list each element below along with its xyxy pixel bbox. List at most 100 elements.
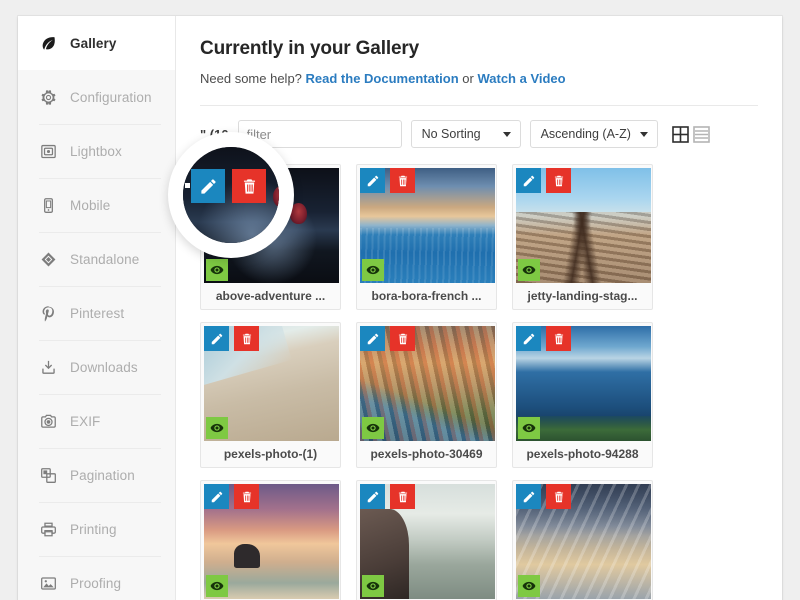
gallery-thumbnail[interactable] bbox=[360, 484, 495, 599]
gallery-item[interactable]: pexels-photo-(1) bbox=[200, 322, 341, 468]
sidebar-item-label: Pinterest bbox=[70, 305, 125, 321]
gear-icon bbox=[40, 89, 57, 106]
thumbnail-actions bbox=[360, 484, 415, 509]
sidebar-item-standalone[interactable]: Standalone bbox=[18, 232, 175, 286]
thumbnail-actions bbox=[360, 168, 415, 193]
pencil-icon[interactable] bbox=[360, 326, 385, 351]
gallery-grid: above-adventure ... bora-bora-french ... j… bbox=[200, 164, 758, 600]
sorting-select-value: No Sorting bbox=[421, 127, 481, 141]
sidebar-item-label: Lightbox bbox=[70, 143, 122, 159]
sidebar-item-downloads[interactable]: Downloads bbox=[18, 340, 175, 394]
sidebar-item-mobile[interactable]: Mobile bbox=[18, 178, 175, 232]
pagination-icon bbox=[40, 467, 57, 484]
gallery-thumbnail[interactable] bbox=[360, 168, 495, 283]
trash-icon[interactable] bbox=[546, 326, 571, 351]
gallery-thumbnail[interactable] bbox=[516, 326, 651, 441]
gallery-thumbnail[interactable] bbox=[204, 326, 339, 441]
gallery-item[interactable] bbox=[512, 480, 653, 600]
trash-icon[interactable] bbox=[546, 484, 571, 509]
pencil-icon[interactable] bbox=[360, 484, 385, 509]
eye-icon[interactable] bbox=[518, 417, 540, 439]
pencil-icon[interactable] bbox=[204, 168, 229, 193]
view-toggle-group bbox=[671, 125, 711, 144]
sidebar-item-lightbox[interactable]: Lightbox bbox=[18, 124, 175, 178]
gallery-count-label: " (10 bbox=[200, 126, 229, 142]
gallery-toolbar: " (10 No Sorting Ascending (A-Z) bbox=[200, 120, 758, 148]
trash-icon[interactable] bbox=[234, 326, 259, 351]
gallery-item[interactable]: pexels-photo-30469 bbox=[356, 322, 497, 468]
chevron-down-icon bbox=[639, 132, 648, 137]
gallery-item[interactable]: bora-bora-french ... bbox=[356, 164, 497, 310]
eye-icon[interactable] bbox=[518, 259, 540, 281]
eye-icon[interactable] bbox=[518, 575, 540, 597]
leaf-icon bbox=[40, 35, 57, 52]
sidebar-item-label: Downloads bbox=[70, 359, 138, 375]
pencil-icon[interactable] bbox=[204, 484, 229, 509]
sidebar-item-exif[interactable]: EXIF bbox=[18, 394, 175, 448]
thumbnail-actions bbox=[516, 484, 571, 509]
ordering-select[interactable]: Ascending (A-Z) bbox=[529, 120, 658, 148]
gallery-item-caption: above-adventure ... bbox=[215, 289, 326, 303]
gallery-thumbnail[interactable] bbox=[360, 326, 495, 441]
eye-icon[interactable] bbox=[362, 417, 384, 439]
thumbnail-actions bbox=[360, 326, 415, 351]
filter-input[interactable] bbox=[237, 120, 402, 148]
printer-icon bbox=[40, 521, 57, 538]
pencil-icon[interactable] bbox=[204, 326, 229, 351]
gallery-thumbnail[interactable] bbox=[516, 168, 651, 283]
gallery-item[interactable]: jetty-landing-stag... bbox=[512, 164, 653, 310]
watch-video-link[interactable]: Watch a Video bbox=[477, 71, 565, 86]
eye-icon[interactable] bbox=[362, 575, 384, 597]
gallery-item[interactable]: above-adventure ... bbox=[200, 164, 341, 310]
list-view-icon[interactable] bbox=[692, 125, 711, 144]
eye-icon[interactable] bbox=[362, 259, 384, 281]
thumbnail-actions bbox=[204, 168, 259, 193]
thumbnail-actions bbox=[516, 168, 571, 193]
trash-icon[interactable] bbox=[390, 326, 415, 351]
pencil-icon[interactable] bbox=[516, 484, 541, 509]
gallery-item-caption: pexels-photo-30469 bbox=[370, 447, 483, 461]
pencil-icon[interactable] bbox=[516, 326, 541, 351]
sidebar-item-printing[interactable]: Printing bbox=[18, 502, 175, 556]
sidebar-item-proofing[interactable]: Proofing bbox=[18, 556, 175, 600]
thumbnail-actions bbox=[516, 326, 571, 351]
camera-icon bbox=[40, 413, 57, 430]
trash-icon[interactable] bbox=[234, 168, 259, 193]
grid-view-icon[interactable] bbox=[671, 125, 690, 144]
pencil-icon[interactable] bbox=[516, 168, 541, 193]
eye-icon[interactable] bbox=[206, 575, 228, 597]
sidebar-item-gallery[interactable]: Gallery bbox=[18, 16, 175, 70]
gallery-item-caption: pexels-photo-(1) bbox=[223, 447, 318, 461]
gallery-item[interactable] bbox=[356, 480, 497, 600]
sidebar-item-pagination[interactable]: Pagination bbox=[18, 448, 175, 502]
help-joiner: or bbox=[462, 71, 474, 86]
sidebar-item-configuration[interactable]: Configuration bbox=[18, 70, 175, 124]
gallery-thumbnail[interactable] bbox=[204, 484, 339, 599]
sidebar-item-pinterest[interactable]: Pinterest bbox=[18, 286, 175, 340]
app-root: Gallery Configuration Lightbox Mobile Standa… bbox=[0, 0, 800, 600]
sorting-select[interactable]: No Sorting bbox=[410, 120, 521, 148]
diamond-icon bbox=[40, 251, 57, 268]
gallery-thumbnail[interactable] bbox=[516, 484, 651, 599]
pencil-icon[interactable] bbox=[360, 168, 385, 193]
sidebar: Gallery Configuration Lightbox Mobile Standa… bbox=[18, 16, 176, 600]
sidebar-item-label: Printing bbox=[70, 521, 117, 537]
trash-icon[interactable] bbox=[234, 484, 259, 509]
documentation-link[interactable]: Read the Documentation bbox=[306, 71, 459, 86]
gallery-thumbnail[interactable] bbox=[204, 168, 339, 283]
pinterest-icon bbox=[40, 305, 57, 322]
gallery-item[interactable] bbox=[200, 480, 341, 600]
gallery-item-caption: bora-bora-french ... bbox=[371, 289, 482, 303]
thumbnail-actions bbox=[204, 484, 259, 509]
trash-icon[interactable] bbox=[546, 168, 571, 193]
lightbox-icon bbox=[40, 143, 57, 160]
gallery-item[interactable]: pexels-photo-94288 bbox=[512, 322, 653, 468]
eye-icon[interactable] bbox=[206, 417, 228, 439]
trash-icon[interactable] bbox=[390, 484, 415, 509]
sidebar-item-label: Pagination bbox=[70, 467, 135, 483]
eye-icon[interactable] bbox=[206, 259, 228, 281]
help-prefix: Need some help? bbox=[200, 71, 302, 86]
page-title: Currently in your Gallery bbox=[200, 38, 420, 59]
help-line: Need some help? Read the Documentation o… bbox=[200, 71, 758, 86]
trash-icon[interactable] bbox=[390, 168, 415, 193]
